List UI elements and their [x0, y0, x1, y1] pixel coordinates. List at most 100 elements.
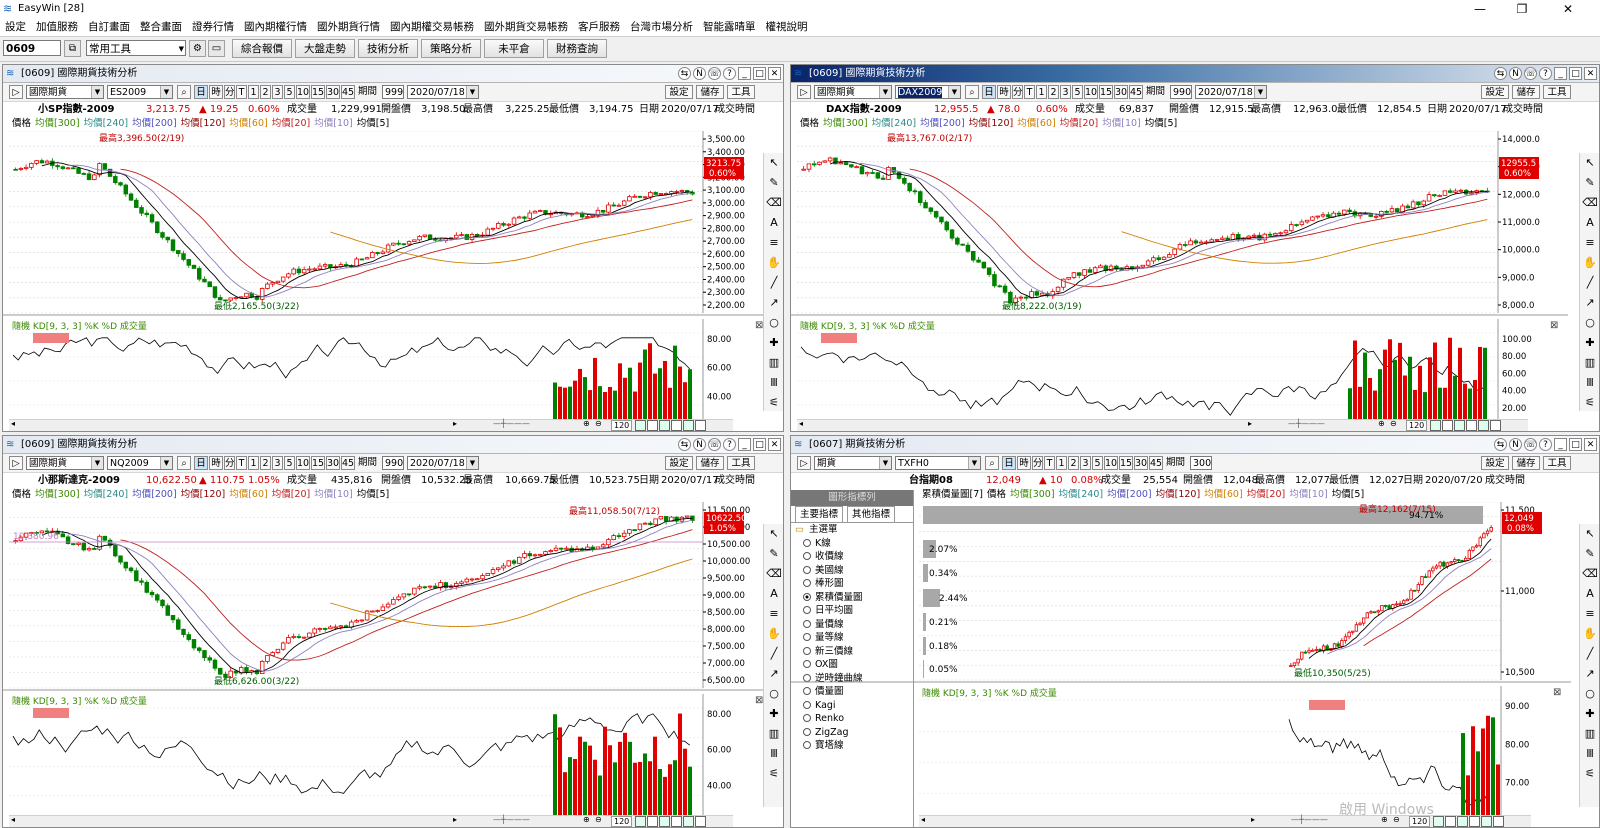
scroll-left-icon[interactable]: ◂: [921, 815, 925, 824]
horizontal-scrollbar[interactable]: ◂ ▸ —┼——— ⊕ ⊖ 120: [9, 815, 733, 827]
panel-maximize-icon[interactable]: □: [753, 438, 766, 451]
panel-minimize-icon[interactable]: _: [738, 438, 751, 451]
date-select[interactable]: 2020/07/18 ▼: [1195, 85, 1267, 99]
lines-icon[interactable]: ≡: [1580, 604, 1599, 624]
tools-button[interactable]: 工具: [727, 456, 755, 470]
hand-icon[interactable]: ✋: [1580, 624, 1599, 644]
zoom-slider[interactable]: —┼———: [493, 419, 530, 428]
date-select[interactable]: 2020/07/18 ▼: [407, 85, 479, 99]
alert-icon[interactable]: ☏: [1524, 438, 1537, 451]
alert-icon[interactable]: ☏: [708, 438, 721, 451]
symbol-input[interactable]: TXFH0 ▼: [895, 456, 981, 470]
eraser-icon[interactable]: ⌫: [764, 193, 783, 213]
zoom-in-icon[interactable]: ⊕: [583, 815, 590, 824]
period-btn-5[interactable]: 2: [1068, 456, 1079, 470]
link-icon[interactable]: ⇆: [1494, 67, 1507, 80]
layout-icon-5[interactable]: [683, 816, 694, 827]
period-btn-7[interactable]: 5: [284, 85, 295, 99]
symbol-input[interactable]: ES2009 ▼: [107, 85, 173, 99]
scroll-left-icon[interactable]: ◂: [11, 815, 15, 824]
pencil-icon[interactable]: ✎: [764, 173, 783, 193]
layout-icon-4[interactable]: [1466, 420, 1477, 431]
period-btn-6[interactable]: 3: [1080, 456, 1091, 470]
layout-icon-5[interactable]: [683, 420, 694, 431]
eraser-icon[interactable]: ⌫: [1580, 193, 1599, 213]
horizontal-scrollbar[interactable]: ◂ ▸ —┼——— ⊕ ⊖ 120: [919, 815, 1531, 827]
period-btn-0[interactable]: 日: [1002, 456, 1016, 470]
search-icon[interactable]: ⌕: [177, 456, 191, 470]
bars-icon[interactable]: Ⅲ: [764, 373, 783, 393]
panel-minimize-icon[interactable]: _: [1554, 67, 1567, 80]
text-icon[interactable]: A: [764, 213, 783, 233]
layout-icon-1[interactable]: [635, 420, 646, 431]
save-button[interactable]: 儲存: [1512, 456, 1540, 470]
news-icon[interactable]: N: [693, 438, 706, 451]
layout-icon-3[interactable]: [659, 420, 670, 431]
period-btn-2[interactable]: 分: [224, 456, 235, 470]
circle-icon[interactable]: ○: [764, 684, 783, 704]
copy-icon[interactable]: ⧉: [64, 40, 81, 57]
eraser-icon[interactable]: ⌫: [1580, 564, 1599, 584]
zoom-out-icon[interactable]: ⊖: [595, 815, 602, 824]
chart-type-icon[interactable]: ▥: [1580, 724, 1599, 744]
panel-titlebar[interactable]: ≋ [0609] 國際期貨技術分析 ⇆ N ☏? _ □ ✕: [3, 65, 783, 83]
menu-item-8[interactable]: 國外期貨交易帳務: [479, 18, 573, 36]
scale-icon[interactable]: ⚟: [764, 764, 783, 784]
period-btn-9[interactable]: 15: [1119, 456, 1133, 470]
menu-item-10[interactable]: 台灣市場分析: [625, 18, 698, 36]
text-icon[interactable]: A: [1580, 213, 1599, 233]
period-btn-10[interactable]: 30: [1134, 456, 1148, 470]
period-btn-5[interactable]: 2: [1048, 85, 1059, 99]
period-btn-7[interactable]: 5: [284, 456, 295, 470]
panel-titlebar[interactable]: ≋ [0609] 國際期貨技術分析 ⇆ N ☏? _ □ ✕: [3, 436, 783, 454]
market-select[interactable]: 國際期貨 ▼: [26, 85, 104, 99]
period-input[interactable]: 999: [382, 85, 404, 99]
toolbar-btn-open-interest[interactable]: 未平倉: [484, 39, 544, 58]
period-btn-3[interactable]: T: [236, 85, 247, 99]
tools-button[interactable]: 工具: [1543, 456, 1571, 470]
period-btn-10[interactable]: 30: [1114, 85, 1128, 99]
save-button[interactable]: 儲存: [696, 456, 724, 470]
layout-icon-2[interactable]: [647, 816, 658, 827]
symbol-input[interactable]: DAX2009 ▼: [895, 85, 961, 99]
circle-icon[interactable]: ○: [1580, 684, 1599, 704]
link-icon[interactable]: ⇆: [678, 438, 691, 451]
period-btn-2[interactable]: 分: [1032, 456, 1043, 470]
code-input[interactable]: 0609: [3, 40, 61, 56]
pencil-icon[interactable]: ✎: [1580, 544, 1599, 564]
play-icon[interactable]: ▷: [797, 85, 811, 99]
period-btn-11[interactable]: 45: [341, 456, 355, 470]
settings-button[interactable]: 設定: [665, 85, 693, 99]
pin-icon[interactable]: ✚: [1580, 704, 1599, 724]
chart-type-icon[interactable]: ▥: [764, 724, 783, 744]
line-tool-icon[interactable]: ╱: [764, 273, 783, 293]
period-btn-10[interactable]: 30: [326, 456, 340, 470]
text-icon[interactable]: A: [1580, 584, 1599, 604]
chart-type-icon[interactable]: ▥: [1580, 353, 1599, 373]
period-btn-9[interactable]: 15: [311, 85, 325, 99]
market-select[interactable]: 國際期貨 ▼: [26, 456, 104, 470]
minimize-icon[interactable]: —: [1460, 0, 1500, 18]
lines-icon[interactable]: ≡: [764, 233, 783, 253]
period-btn-0[interactable]: 日: [194, 456, 208, 470]
period-btn-8[interactable]: 10: [296, 456, 310, 470]
price-chart[interactable]: 14,000.013,000.012,000.011,000.010,000.0…: [791, 131, 1579, 432]
period-btn-2[interactable]: 分: [1012, 85, 1023, 99]
horizontal-scrollbar[interactable]: ◂ ▸ —┼——— ⊕ ⊖ 120: [797, 419, 1528, 431]
bars-icon[interactable]: Ⅲ: [764, 744, 783, 764]
panel-close-icon[interactable]: ✕: [768, 438, 781, 451]
zoom-level[interactable]: 120: [611, 420, 633, 431]
toolbar-btn-quote[interactable]: 綜合報價: [232, 39, 292, 58]
hand-icon[interactable]: ✋: [764, 624, 783, 644]
date-select[interactable]: 2020/07/18 ▼: [407, 456, 479, 470]
search-icon[interactable]: ⌕: [985, 456, 999, 470]
eraser-icon[interactable]: ⌫: [764, 564, 783, 584]
chart-type-icon[interactable]: ▥: [764, 353, 783, 373]
restore-icon[interactable]: ❐: [1502, 0, 1542, 18]
zoom-out-icon[interactable]: ⊖: [1390, 419, 1397, 428]
line-tool-icon[interactable]: ╱: [764, 644, 783, 664]
period-btn-3[interactable]: T: [236, 456, 247, 470]
menu-item-7[interactable]: 國內期權交易帳務: [385, 18, 479, 36]
period-btn-1[interactable]: 時: [1017, 456, 1031, 470]
period-btn-2[interactable]: 分: [224, 85, 235, 99]
